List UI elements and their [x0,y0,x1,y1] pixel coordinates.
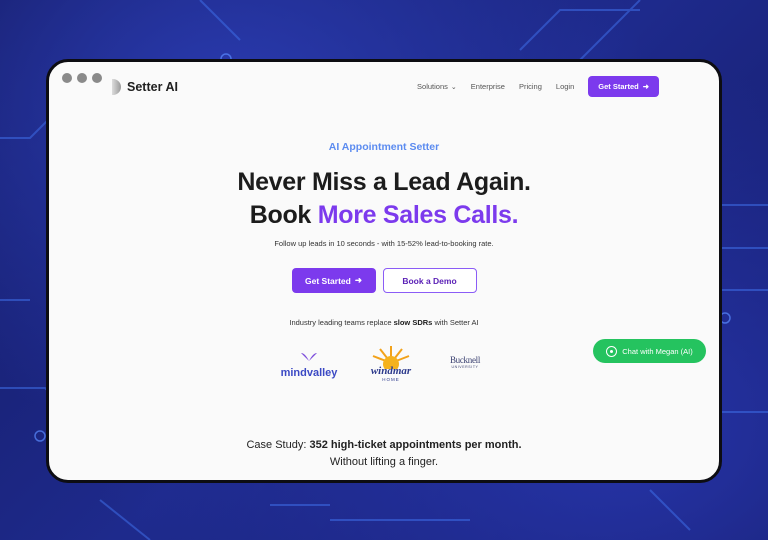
mindvalley-logo: mindvalley [274,349,344,379]
bucknell-subtext: UNIVERSITY [451,365,479,369]
hero-subheadline: Follow up leads in 10 seconds - with 15-… [274,239,494,248]
nav-item-solutions[interactable]: Solutions ⌄ [417,82,457,91]
hero-headline-line1: Never Miss a Lead Again. [237,168,531,196]
windmar-subtext: HOME [382,377,400,382]
arrow-right-icon: ➜ [354,275,362,285]
case-study-line1: Case Study: 352 high-ticket appointments… [49,439,719,451]
chat-widget-button[interactable]: Chat with Megan (AI) [593,339,706,363]
nav-cta-label: Get Started [598,82,639,91]
chevron-down-icon: ⌄ [450,83,457,91]
windmar-wordmark: windmar [370,365,412,377]
case-study-line2: Without lifting a finger. [329,456,439,468]
case-study-bold: 352 high-ticket appointments per month. [309,439,522,451]
mindvalley-logo-icon [301,353,317,361]
bucknell-wordmark: Bucknell [449,355,481,365]
mindvalley-wordmark: mindvalley [280,367,338,379]
trust-text: Industry leading teams replace slow SDRs… [49,318,719,327]
arrow-right-icon: ➜ [642,82,649,91]
hero-headline-line2: Book More Sales Calls. [49,201,719,230]
browser-window: Setter AI Solutions ⌄ Enterprise Pricing… [46,59,722,483]
brand-name: Setter AI [127,80,178,94]
headline-prefix: Book [249,201,312,229]
window-controls [62,73,102,83]
nav-get-started-button[interactable]: Get Started ➜ [588,76,659,97]
top-nav: Solutions ⌄ Enterprise Pricing Login Get… [417,76,659,97]
nav-item-pricing[interactable]: Pricing [519,82,542,91]
window-dot-icon[interactable] [92,73,102,83]
case-study-prefix: Case Study: [246,439,307,451]
bucknell-logo: Bucknell UNIVERSITY [445,355,485,369]
brand[interactable]: Setter AI [112,79,178,95]
trust-prefix: Industry leading teams replace [289,318,392,327]
nav-item-login[interactable]: Login [556,82,574,91]
hero-buttons: Get Started ➜ Book a Demo [49,268,719,293]
headline-accent: More Sales Calls. [317,201,519,229]
window-dot-icon[interactable] [77,73,87,83]
hero-eyebrow: AI Appointment Setter [328,141,440,153]
whatsapp-icon [606,345,618,357]
get-started-label: Get Started [305,275,351,286]
trust-bold: slow SDRs [393,318,433,327]
get-started-button[interactable]: Get Started ➜ [291,268,376,293]
window-dot-icon[interactable] [62,73,72,83]
setter-logo-icon [112,79,121,95]
book-demo-button[interactable]: Book a Demo [382,268,477,293]
windmar-logo: windmar HOME [360,345,422,385]
nav-item-enterprise[interactable]: Enterprise [471,82,505,91]
chat-widget-label: Chat with Megan (AI) [622,346,693,356]
nav-label: Solutions [417,82,448,91]
trust-suffix: with Setter AI [434,318,479,327]
